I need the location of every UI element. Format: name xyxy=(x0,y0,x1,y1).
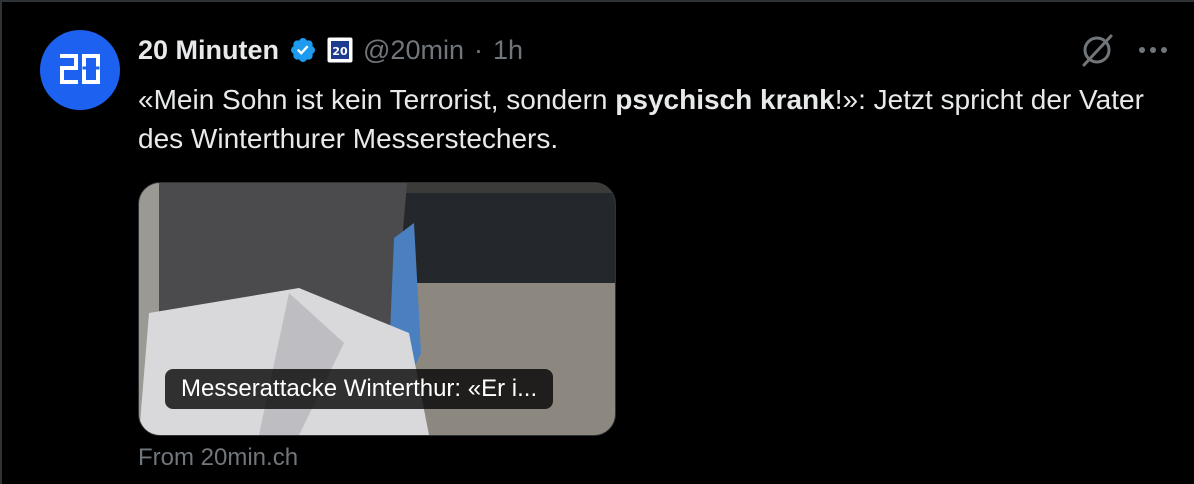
timestamp[interactable]: 1h xyxy=(493,35,523,66)
account-name[interactable]: 20 Minuten xyxy=(138,35,279,66)
post-text-part: «Mein Sohn ist kein Terrorist, sondern xyxy=(138,84,616,115)
post-text-bold: psychisch krank xyxy=(615,84,835,115)
post-text: «Mein Sohn ist kein Terrorist, sondern p… xyxy=(138,80,1168,158)
more-icon[interactable] xyxy=(1138,46,1168,54)
account-handle[interactable]: @20min xyxy=(363,35,464,66)
grok-icon[interactable] xyxy=(1078,31,1116,69)
affiliate-badge-icon[interactable]: 20 xyxy=(327,37,353,63)
link-card[interactable]: Messerattacke Winterthur: «Er i... xyxy=(138,182,616,436)
avatar[interactable] xyxy=(40,30,120,110)
verified-badge-icon[interactable] xyxy=(289,36,317,64)
post-actions xyxy=(1078,30,1168,70)
card-title[interactable]: Messerattacke Winterthur: «Er i... xyxy=(165,369,554,409)
avatar-logo-icon xyxy=(60,54,100,84)
svg-text:20: 20 xyxy=(332,45,348,58)
card-source[interactable]: From 20min.ch xyxy=(138,444,298,472)
separator: · xyxy=(473,34,483,65)
post-header: 20 Minuten 20 @20min · 1h xyxy=(138,30,523,70)
